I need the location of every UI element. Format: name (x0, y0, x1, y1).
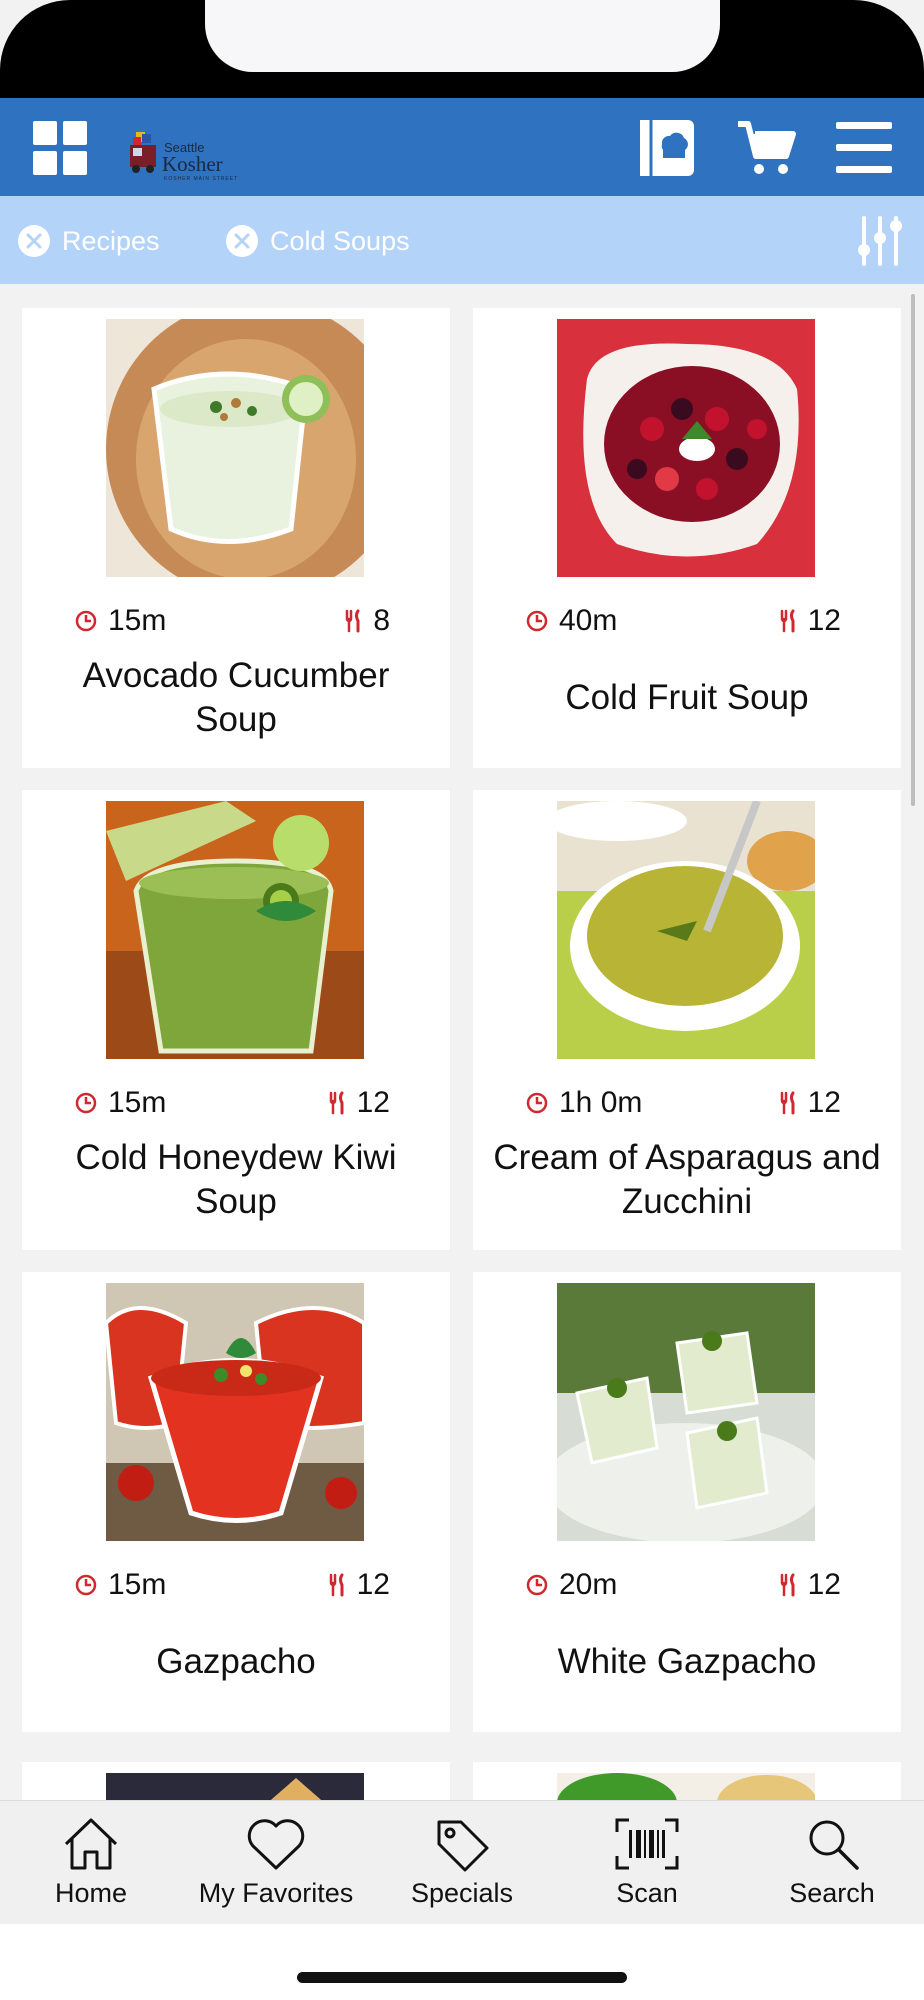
servings-value: 12 (356, 1568, 390, 1601)
servings-value: 12 (807, 604, 841, 637)
barcode-scan-icon (615, 1818, 679, 1870)
servings: 12 (778, 604, 841, 638)
tab-label: Scan (616, 1878, 678, 1908)
utensils-icon (780, 1573, 795, 1597)
device-top (0, 0, 924, 98)
filter-chip-label: Cold Soups (270, 225, 410, 256)
notch (205, 0, 720, 72)
recipe-photo (106, 319, 364, 577)
home-indicator[interactable] (297, 1972, 627, 1983)
servings-value: 12 (807, 1568, 841, 1601)
filter-sliders-icon[interactable] (856, 216, 904, 266)
cook-time-value: 1h 0m (559, 1086, 643, 1119)
recipe-card-partial[interactable] (22, 1762, 450, 1813)
utensils-icon (780, 609, 795, 633)
tab-specials[interactable]: Specials (377, 1816, 547, 1916)
recipe-card[interactable]: 20m 12 White Gazpacho (473, 1272, 901, 1732)
cook-time: 40m (525, 604, 617, 638)
recipe-photo (106, 801, 364, 1059)
recipe-title: Cold Honeydew Kiwi Soup (75, 1138, 397, 1221)
truck-logo-icon (130, 132, 156, 173)
recipe-title: Cream of Asparagus and Zucchini (493, 1138, 881, 1221)
tab-label: Home (54, 1878, 128, 1908)
filter-chip-recipes[interactable]: Recipes (18, 222, 160, 260)
recipe-card[interactable]: 1h 0m 12 Cream of Asparagus and Zucchini (473, 790, 901, 1250)
recipe-card[interactable]: 15m 8 Avocado Cucumber Soup (22, 308, 450, 768)
tab-my-favorites[interactable]: My Favorites (191, 1816, 361, 1916)
cook-time: 15m (74, 1568, 166, 1602)
servings-value: 12 (356, 1086, 390, 1119)
close-icon[interactable] (226, 225, 258, 257)
servings: 8 (343, 604, 390, 638)
clock-icon (75, 610, 97, 632)
close-icon[interactable] (18, 225, 50, 257)
menu-icon[interactable] (836, 118, 892, 178)
utensils-icon (346, 609, 360, 633)
tag-icon (437, 1820, 489, 1872)
clock-icon (526, 1092, 548, 1114)
tab-label: Specials (410, 1878, 514, 1908)
recipe-card[interactable]: 15m 12 Gazpacho (22, 1272, 450, 1732)
servings-value: 8 (373, 604, 390, 637)
recipe-title: Gazpacho (156, 1642, 316, 1681)
cook-time-value: 15m (108, 604, 167, 637)
tab-home[interactable]: Home (6, 1816, 176, 1916)
store-logo[interactable]: Seattle Kosher KOSHER MAIN STREET (124, 112, 244, 184)
grid-icon[interactable] (33, 121, 87, 175)
cook-time-value: 40m (559, 604, 618, 637)
recipe-photo (557, 1283, 815, 1541)
cook-time-value: 15m (108, 1568, 167, 1601)
servings: 12 (327, 1568, 390, 1602)
tab-label: My Favorites (198, 1878, 354, 1908)
clock-icon (526, 1574, 548, 1596)
clock-icon (75, 1092, 97, 1114)
servings: 12 (327, 1086, 390, 1120)
search-icon (809, 1820, 859, 1870)
recipe-title: Avocado Cucumber Soup (82, 656, 390, 739)
filter-chip-label: Recipes (62, 225, 160, 256)
cook-time-value: 20m (559, 1568, 618, 1601)
servings: 12 (778, 1568, 841, 1602)
cook-time: 15m (74, 1086, 166, 1120)
cook-time: 20m (525, 1568, 617, 1602)
chef-book-icon[interactable] (638, 118, 696, 178)
tab-scan[interactable]: Scan (562, 1816, 732, 1916)
recipe-photo (557, 319, 815, 577)
utensils-icon (329, 1573, 344, 1597)
cart-icon[interactable] (736, 118, 796, 178)
clock-icon (75, 1574, 97, 1596)
recipe-photo (106, 1283, 364, 1541)
utensils-icon (329, 1091, 344, 1115)
recipe-card[interactable]: 15m 12 Cold Honeydew Kiwi Soup (22, 790, 450, 1250)
cook-time-value: 15m (108, 1086, 167, 1119)
clock-icon (526, 610, 548, 632)
recipe-card[interactable]: 40m 12 Cold Fruit Soup (473, 308, 901, 768)
servings: 12 (778, 1086, 841, 1120)
cook-time: 1h 0m (525, 1086, 642, 1120)
recipe-title: Cold Fruit Soup (565, 678, 809, 717)
tab-label: Search (789, 1878, 875, 1908)
scrollbar[interactable] (911, 294, 915, 806)
cook-time: 15m (74, 604, 166, 638)
heart-icon (247, 1819, 305, 1870)
logo-line2: Kosher (162, 152, 223, 176)
recipe-title: White Gazpacho (557, 1642, 817, 1681)
filter-chip-cold-soups[interactable]: Cold Soups (226, 222, 410, 260)
servings-value: 12 (807, 1086, 841, 1119)
utensils-icon (780, 1091, 795, 1115)
tab-search[interactable]: Search (747, 1816, 917, 1916)
recipe-card-partial[interactable] (473, 1762, 901, 1813)
home-indicator-area (0, 1924, 924, 2000)
recipe-photo (557, 801, 815, 1059)
logo-tagline: KOSHER MAIN STREET (164, 176, 239, 182)
home-icon (64, 1818, 118, 1870)
